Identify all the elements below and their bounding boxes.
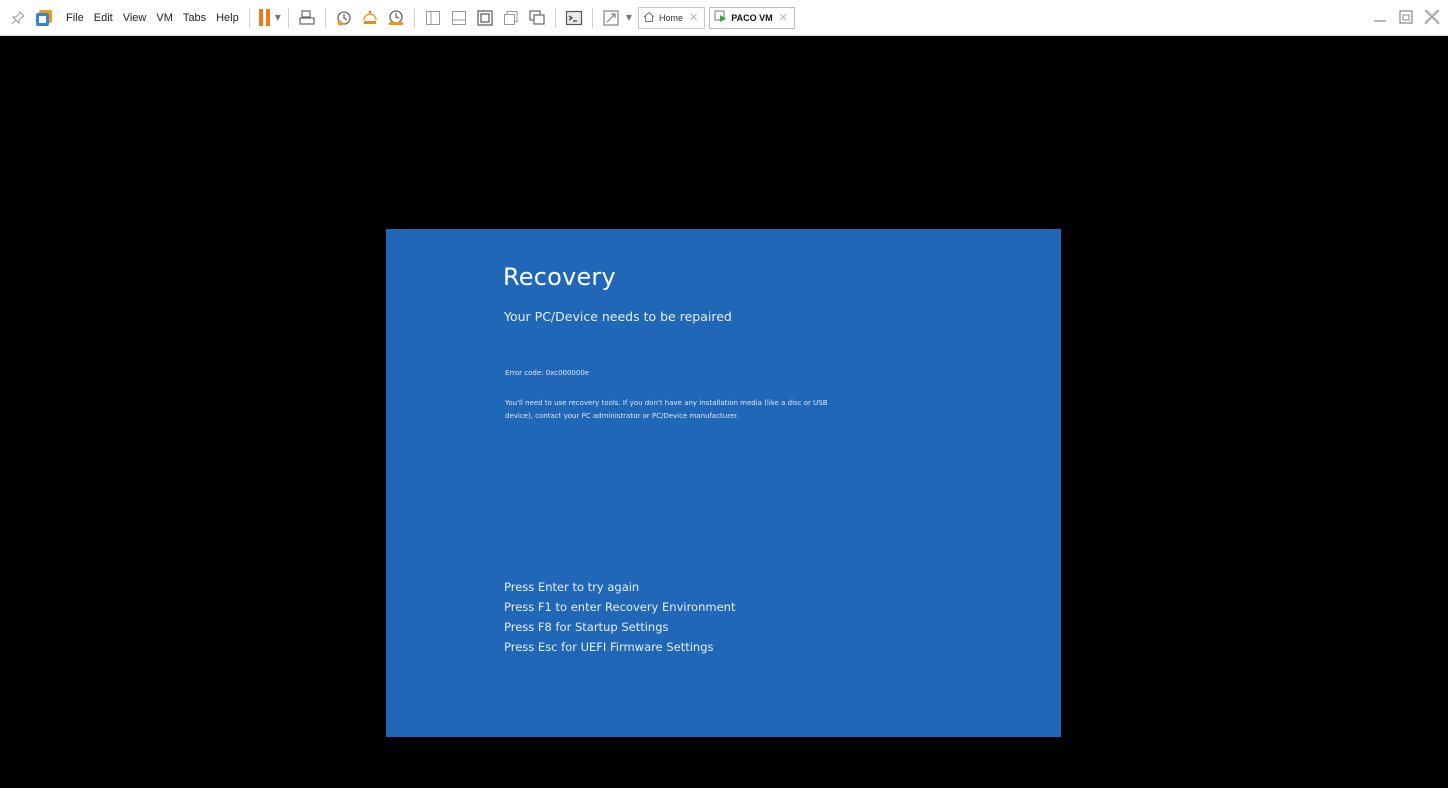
- toolbar-separator: [591, 7, 593, 28]
- minimize-icon[interactable]: [1370, 6, 1390, 28]
- show-library-icon[interactable]: [423, 8, 443, 28]
- recovery-subtitle: Your PC/Device needs to be repaired: [504, 309, 732, 324]
- option-f8-startup: Press F8 for Startup Settings: [504, 620, 669, 634]
- recovery-title: Recovery: [503, 263, 616, 291]
- recovery-message: You'll need to use recovery tools. If yo…: [505, 397, 925, 423]
- library-icon[interactable]: [34, 8, 54, 28]
- vm-tab-icon: [714, 10, 727, 25]
- console-icon[interactable]: [564, 8, 584, 28]
- dropdown-caret-icon[interactable]: ▼: [626, 13, 632, 22]
- error-code: Error code: 0xc000000e: [505, 369, 590, 377]
- close-icon[interactable]: ✕: [689, 11, 698, 24]
- menu-file[interactable]: File: [61, 12, 89, 24]
- toolbar: File Edit View VM Tabs Help ▼ ▼ Home ✕ P…: [0, 0, 1448, 36]
- snapshot-icon[interactable]: [334, 8, 354, 28]
- window-controls: [1370, 6, 1442, 28]
- menu-help[interactable]: Help: [211, 12, 244, 24]
- recovery-options: Press Enter to try again Press F1 to ent…: [504, 577, 735, 657]
- snapshot-manager-icon[interactable]: [386, 8, 406, 28]
- option-f1-recovery: Press F1 to enter Recovery Environment: [504, 600, 736, 614]
- option-esc-uefi: Press Esc for UEFI Firmware Settings: [504, 640, 714, 654]
- menu-tabs[interactable]: Tabs: [178, 12, 211, 24]
- home-icon: [643, 11, 655, 25]
- unity-icon[interactable]: [501, 8, 521, 28]
- menu-edit[interactable]: Edit: [89, 12, 118, 24]
- menu-vm[interactable]: VM: [151, 12, 178, 24]
- vmware-workstation-window: File Edit View VM Tabs Help ▼ ▼ Home ✕ P…: [0, 0, 1448, 788]
- close-icon[interactable]: ✕: [779, 11, 788, 24]
- toolbar-separator: [324, 7, 326, 28]
- thumbnail-bar-icon[interactable]: [449, 8, 469, 28]
- fit-guest-icon[interactable]: [527, 8, 547, 28]
- dropdown-caret-icon[interactable]: ▼: [275, 13, 281, 22]
- full-screen-icon[interactable]: [475, 8, 495, 28]
- toolbar-separator: [413, 7, 415, 28]
- restore-icon[interactable]: [1396, 6, 1416, 28]
- vm-display[interactable]: Recovery Your PC/Device needs to be repa…: [386, 229, 1061, 737]
- menu-view[interactable]: View: [118, 12, 152, 24]
- send-ctrl-alt-del-icon[interactable]: [297, 8, 317, 28]
- pause-icon[interactable]: [258, 9, 270, 26]
- toolbar-separator: [554, 7, 556, 28]
- recovery-message-line-2: device), contact your PC administrator o…: [505, 412, 739, 420]
- tab-paco-vm[interactable]: PACO VM ✕: [709, 6, 795, 29]
- toolbar-separator: [287, 7, 289, 28]
- close-icon[interactable]: [1422, 6, 1442, 28]
- pin-icon[interactable]: [8, 8, 28, 28]
- revert-snapshot-icon[interactable]: [360, 8, 380, 28]
- toolbar-separator: [248, 7, 250, 28]
- tab-home[interactable]: Home ✕: [638, 6, 706, 29]
- stretch-icon[interactable]: [601, 8, 621, 28]
- tab-home-label: Home: [659, 12, 684, 23]
- tab-paco-vm-label: PACO VM: [731, 12, 773, 23]
- menu-bar: File Edit View VM Tabs Help: [61, 12, 244, 24]
- option-enter-retry: Press Enter to try again: [504, 580, 640, 594]
- recovery-message-line-1: You'll need to use recovery tools. If yo…: [505, 399, 828, 407]
